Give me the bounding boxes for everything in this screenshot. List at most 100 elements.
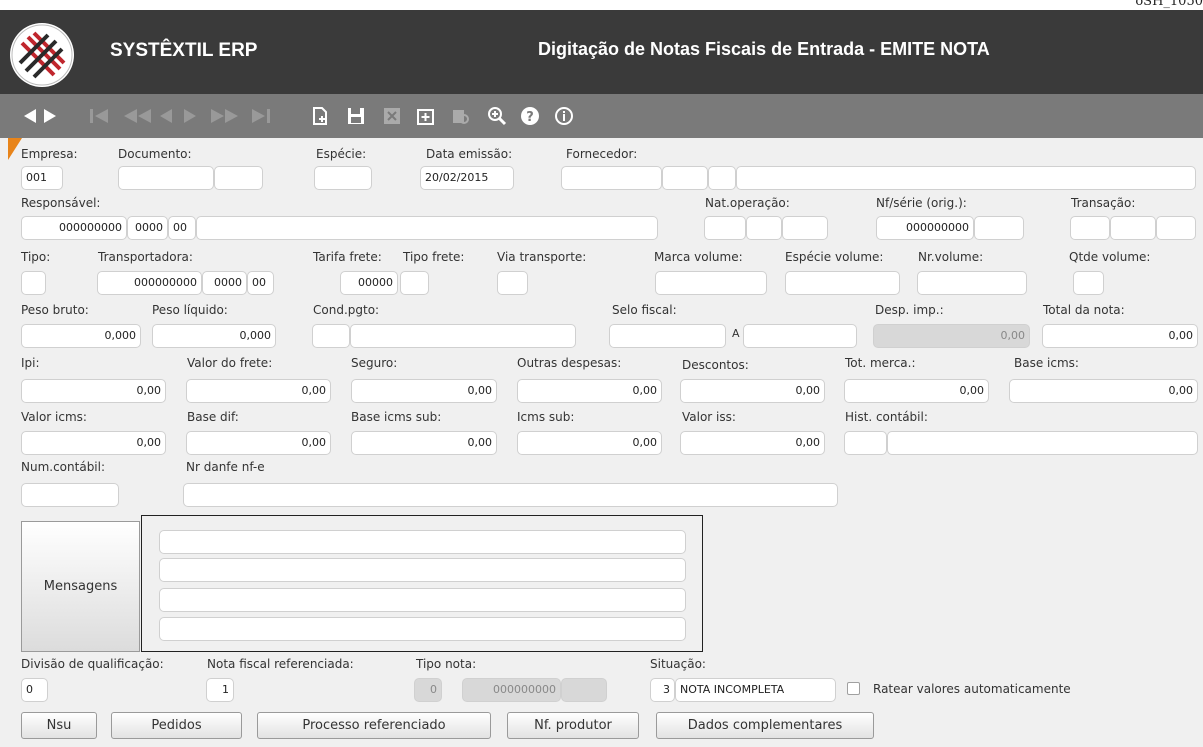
- processo-referenciado-button[interactable]: Processo referenciado: [257, 712, 491, 739]
- label-tarifa-frete: Tarifa frete:: [313, 250, 382, 264]
- icms-sub-field[interactable]: 0,00: [517, 431, 662, 455]
- help-icon[interactable]: ?: [518, 104, 542, 128]
- tot-merca-field[interactable]: 0,00: [844, 379, 989, 403]
- label-documento: Documento:: [118, 147, 192, 161]
- especie-field[interactable]: [314, 166, 372, 190]
- selo-fiscal-end-field[interactable]: [743, 324, 857, 348]
- nsu-button[interactable]: Nsu: [21, 712, 97, 739]
- report-icon[interactable]: [450, 104, 472, 128]
- rewind-icon[interactable]: [120, 104, 154, 128]
- data-emissao-field[interactable]: 20/02/2015: [420, 166, 514, 190]
- cond-pgto-desc-field[interactable]: [350, 324, 576, 348]
- add-icon[interactable]: [414, 104, 438, 128]
- base-dif-field[interactable]: 0,00: [186, 431, 331, 455]
- mensagem-line-2[interactable]: [159, 558, 686, 582]
- label-hist-contabil: Hist. contábil:: [845, 410, 928, 424]
- tipo-nota-code-field: 0: [414, 678, 442, 702]
- fornecedor-name-field[interactable]: [736, 166, 1196, 190]
- divisao-qualificacao-field[interactable]: 0: [21, 678, 48, 702]
- marca-volume-field[interactable]: [655, 271, 767, 295]
- zoom-icon[interactable]: [486, 104, 508, 128]
- pedidos-button[interactable]: Pedidos: [111, 712, 242, 739]
- label-tipo-frete: Tipo frete:: [403, 250, 465, 264]
- nat-operacao-seq-field[interactable]: [782, 216, 828, 240]
- responsavel-digito-field[interactable]: 00: [168, 216, 196, 240]
- new-record-icon[interactable]: [310, 104, 332, 128]
- documento-field[interactable]: [118, 166, 214, 190]
- last-record-icon[interactable]: [246, 104, 274, 128]
- cond-pgto-code-field[interactable]: [312, 324, 350, 348]
- situacao-text-field[interactable]: NOTA INCOMPLETA: [675, 678, 836, 702]
- hist-contabil-code-field[interactable]: [844, 431, 887, 455]
- mensagem-line-4[interactable]: [159, 617, 686, 641]
- total-nota-field[interactable]: 0,00: [1042, 324, 1198, 348]
- mensagem-line-1[interactable]: [159, 530, 686, 554]
- especie-volume-field[interactable]: [785, 271, 900, 295]
- nota-referenciada-field[interactable]: 1: [206, 678, 234, 702]
- nr-danfe-field[interactable]: [183, 483, 838, 507]
- nf-serie-suffix-field[interactable]: [974, 216, 1024, 240]
- label-nr-volume: Nr.volume:: [918, 250, 984, 264]
- dados-complementares-button[interactable]: Dados complementares: [656, 712, 874, 739]
- base-icms-sub-field[interactable]: 0,00: [351, 431, 497, 455]
- transportadora-filial-field[interactable]: 0000: [202, 271, 247, 295]
- label-selo-fiscal: Selo fiscal:: [612, 303, 677, 317]
- prev-icon[interactable]: [20, 104, 40, 128]
- ipi-field[interactable]: 0,00: [21, 379, 166, 403]
- back-icon[interactable]: [156, 104, 176, 128]
- fast-forward-icon[interactable]: [208, 104, 242, 128]
- responsavel-name-field[interactable]: [196, 216, 658, 240]
- nr-volume-field[interactable]: [917, 271, 1027, 295]
- nat-operacao-field[interactable]: [704, 216, 746, 240]
- label-via-transporte: Via transporte:: [497, 250, 587, 264]
- via-transporte-field[interactable]: [497, 271, 528, 295]
- transacao-field[interactable]: [1070, 216, 1110, 240]
- outras-despesas-field[interactable]: 0,00: [517, 379, 662, 403]
- next-icon[interactable]: [40, 104, 60, 128]
- label-empresa: Empresa:: [21, 147, 78, 161]
- first-record-icon[interactable]: [86, 104, 114, 128]
- documento-serie-field[interactable]: [214, 166, 263, 190]
- descontos-field[interactable]: 0,00: [680, 379, 825, 403]
- nf-serie-field[interactable]: 000000000: [876, 216, 974, 240]
- fornecedor-filial-field[interactable]: [662, 166, 708, 190]
- mensagem-line-3[interactable]: [159, 588, 686, 612]
- save-icon[interactable]: [345, 104, 367, 128]
- tipo-field[interactable]: [21, 271, 46, 295]
- empresa-field[interactable]: 001: [21, 166, 63, 190]
- label-peso-bruto: Peso bruto:: [21, 303, 89, 317]
- mensagens-button[interactable]: Mensagens: [21, 521, 140, 652]
- qtde-volume-field[interactable]: [1073, 271, 1104, 295]
- transacao-3-field[interactable]: [1156, 216, 1196, 240]
- valor-frete-field[interactable]: 0,00: [186, 379, 331, 403]
- ratear-checkbox[interactable]: [847, 682, 860, 695]
- hist-contabil-desc-field[interactable]: [887, 431, 1198, 455]
- delete-icon[interactable]: [381, 104, 403, 128]
- nat-operacao-uf-field[interactable]: [746, 216, 782, 240]
- fornecedor-cnpj-field[interactable]: [561, 166, 662, 190]
- tipo-frete-field[interactable]: [400, 271, 429, 295]
- info-icon[interactable]: [552, 104, 576, 128]
- transacao-2-field[interactable]: [1110, 216, 1156, 240]
- responsavel-cnpj-field[interactable]: 000000000: [21, 216, 127, 240]
- label-nota-referenciada: Nota fiscal referenciada:: [207, 657, 354, 671]
- peso-liquido-field[interactable]: 0,000: [152, 324, 276, 348]
- seguro-field[interactable]: 0,00: [351, 379, 497, 403]
- peso-bruto-field[interactable]: 0,000: [21, 324, 141, 348]
- label-nat-operacao: Nat.operação:: [705, 196, 790, 210]
- label-base-dif: Base dif:: [187, 410, 239, 424]
- forward-icon[interactable]: [180, 104, 200, 128]
- valor-iss-field[interactable]: 0,00: [680, 431, 825, 455]
- nf-produtor-button[interactable]: Nf. produtor: [507, 712, 639, 739]
- situacao-code-field[interactable]: 3: [650, 678, 675, 702]
- base-icms-field[interactable]: 0,00: [1009, 379, 1198, 403]
- valor-icms-field[interactable]: 0,00: [21, 431, 166, 455]
- tarifa-frete-field[interactable]: 00000: [340, 271, 398, 295]
- transportadora-cnpj-field[interactable]: 000000000: [97, 271, 202, 295]
- label-especie-volume: Espécie volume:: [785, 250, 884, 264]
- num-contabil-field[interactable]: [21, 483, 119, 507]
- responsavel-filial-field[interactable]: 0000: [127, 216, 168, 240]
- transportadora-digito-field[interactable]: 00: [247, 271, 274, 295]
- fornecedor-digito-field[interactable]: [708, 166, 736, 190]
- selo-fiscal-start-field[interactable]: [609, 324, 726, 348]
